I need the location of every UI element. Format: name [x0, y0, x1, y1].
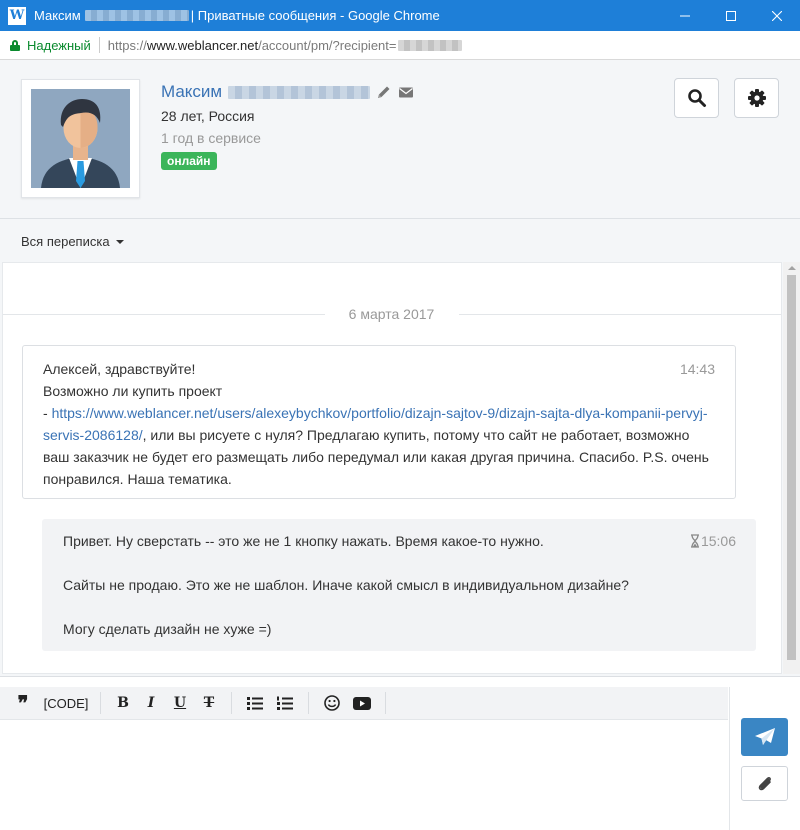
online-status-badge: онлайн — [161, 152, 217, 170]
send-button[interactable] — [741, 718, 788, 756]
address-bar[interactable]: Надежный https://www.weblancer.net/accou… — [0, 31, 800, 60]
message-text: - — [43, 405, 52, 421]
bold-button[interactable]: B — [109, 687, 137, 720]
search-button[interactable] — [674, 78, 719, 118]
message-body: Алексей, здравствуйте! Возможно ли купит… — [43, 358, 713, 490]
search-icon — [687, 89, 706, 107]
url-host: www.weblancer.net — [146, 37, 259, 53]
conversation-panel[interactable]: 6 марта 2017 Алексей, здравствуйте! Возм… — [2, 262, 782, 674]
message-time-value: 15:06 — [700, 533, 736, 549]
window-title-suffix: | Приватные сообщения - Google Chrome — [190, 8, 440, 23]
profile-header: Максим 28 лет, Россия 1 год в сервисе он… — [0, 61, 800, 219]
minimize-icon — [680, 15, 690, 16]
underline-button[interactable]: U — [165, 687, 195, 720]
maximize-button[interactable] — [708, 0, 754, 31]
message-body: Привет. Ну сверстать -- это же не 1 кноп… — [63, 530, 663, 640]
toolbar-separator — [385, 692, 386, 714]
attach-file-button[interactable] — [741, 766, 788, 801]
underline-icon: U — [173, 695, 187, 711]
url-scheme: https:// — [107, 37, 147, 53]
date-label: 6 марта 2017 — [348, 306, 435, 322]
redacted-name-blur — [84, 10, 189, 21]
url-text[interactable]: https://www.weblancer.net/account/pm/?re… — [108, 38, 397, 53]
maximize-icon — [726, 10, 736, 21]
profile-first-name[interactable]: Максим — [161, 82, 222, 102]
strikethrough-button[interactable]: T — [195, 687, 223, 720]
close-icon — [772, 10, 782, 21]
italic-button[interactable]: I — [137, 687, 165, 720]
bullet-list-icon — [247, 697, 263, 710]
url-path: /account/pm/?recipient= — [258, 37, 397, 53]
toolbar-separator — [231, 692, 232, 714]
youtube-icon — [353, 696, 371, 710]
window-controls — [662, 0, 800, 31]
avatar — [31, 89, 130, 188]
toolbar-separator — [308, 692, 309, 714]
message-text: Возможно ли купить проект — [43, 383, 223, 399]
message-composer: ❞ [CODE] B I U T — [0, 676, 800, 830]
emoji-button[interactable] — [317, 687, 347, 720]
video-embed-button[interactable] — [347, 687, 377, 720]
toolbar-separator — [100, 692, 101, 714]
date-separator: 6 марта 2017 — [3, 306, 781, 322]
code-button[interactable]: [CODE] — [40, 687, 92, 720]
message-time: 15:06 — [690, 530, 736, 552]
incoming-message: Алексей, здравствуйте! Возможно ли купит… — [22, 345, 736, 499]
quote-button[interactable]: ❞ — [6, 687, 40, 720]
filter-bar: Вся переписка — [0, 220, 800, 260]
filter-label: Вся переписка — [21, 234, 110, 249]
outgoing-message: Привет. Ну сверстать -- это же не 1 кноп… — [42, 519, 756, 651]
conversation-scrollbar[interactable] — [783, 262, 800, 674]
numbered-list-icon — [277, 696, 293, 710]
secure-label: Надежный — [27, 37, 91, 53]
pencil-icon[interactable] — [376, 84, 392, 100]
paperclip-icon — [758, 776, 771, 790]
close-window-button[interactable] — [754, 0, 800, 31]
numbered-list-button[interactable] — [270, 687, 300, 720]
message-text: Сайты не продаю. Это же не шаблон. Иначе… — [63, 577, 629, 593]
message-text: Могу сделать дизайн не хуже =) — [63, 621, 272, 637]
service-tenure: 1 год в сервисе — [161, 130, 261, 146]
paper-plane-icon — [754, 728, 775, 745]
envelope-icon[interactable] — [398, 84, 414, 100]
redacted-recipient-blur — [398, 39, 463, 51]
minimize-button[interactable] — [662, 0, 708, 31]
quote-icon: ❞ — [17, 691, 29, 715]
message-text: Алексей, здравствуйте! — [43, 361, 196, 377]
weblancer-app-icon: W — [8, 6, 26, 25]
settings-button[interactable] — [734, 78, 779, 118]
date-divider-right — [459, 314, 781, 315]
bold-icon: B — [117, 695, 129, 711]
avatar-card[interactable] — [21, 79, 140, 198]
formatting-toolbar: ❞ [CODE] B I U T — [0, 687, 728, 720]
caret-down-icon — [115, 239, 124, 244]
age-location: 28 лет, Россия — [161, 108, 255, 124]
date-divider-left — [3, 314, 325, 315]
lock-icon — [10, 39, 20, 51]
message-text: Привет. Ну сверстать -- это же не 1 кноп… — [63, 533, 544, 549]
window-titlebar: W Максим | Приватные сообщения - Google … — [0, 0, 800, 31]
strikethrough-icon: T — [203, 695, 215, 711]
address-separator — [98, 37, 100, 53]
message-input[interactable] — [0, 721, 728, 830]
message-text: , или вы рисуете с нуля? Предлагаю купит… — [43, 427, 709, 487]
conversation-filter-dropdown[interactable]: Вся переписка — [21, 234, 124, 249]
redacted-surname-blur — [228, 85, 371, 99]
composer-actions — [729, 687, 800, 830]
bulleted-list-button[interactable] — [240, 687, 270, 720]
gear-icon — [747, 89, 766, 107]
hourglass-icon — [690, 534, 699, 548]
window-title: Максим | Приватные сообщения - Google Ch… — [34, 8, 440, 23]
smiley-icon — [324, 695, 340, 711]
code-button-label: [CODE] — [43, 695, 89, 711]
message-time: 14:43 — [679, 361, 715, 377]
window-title-prefix: Максим — [34, 8, 81, 23]
italic-icon: I — [147, 695, 155, 711]
profile-name: Максим — [161, 82, 414, 102]
scrollbar-thumb[interactable] — [787, 275, 796, 660]
